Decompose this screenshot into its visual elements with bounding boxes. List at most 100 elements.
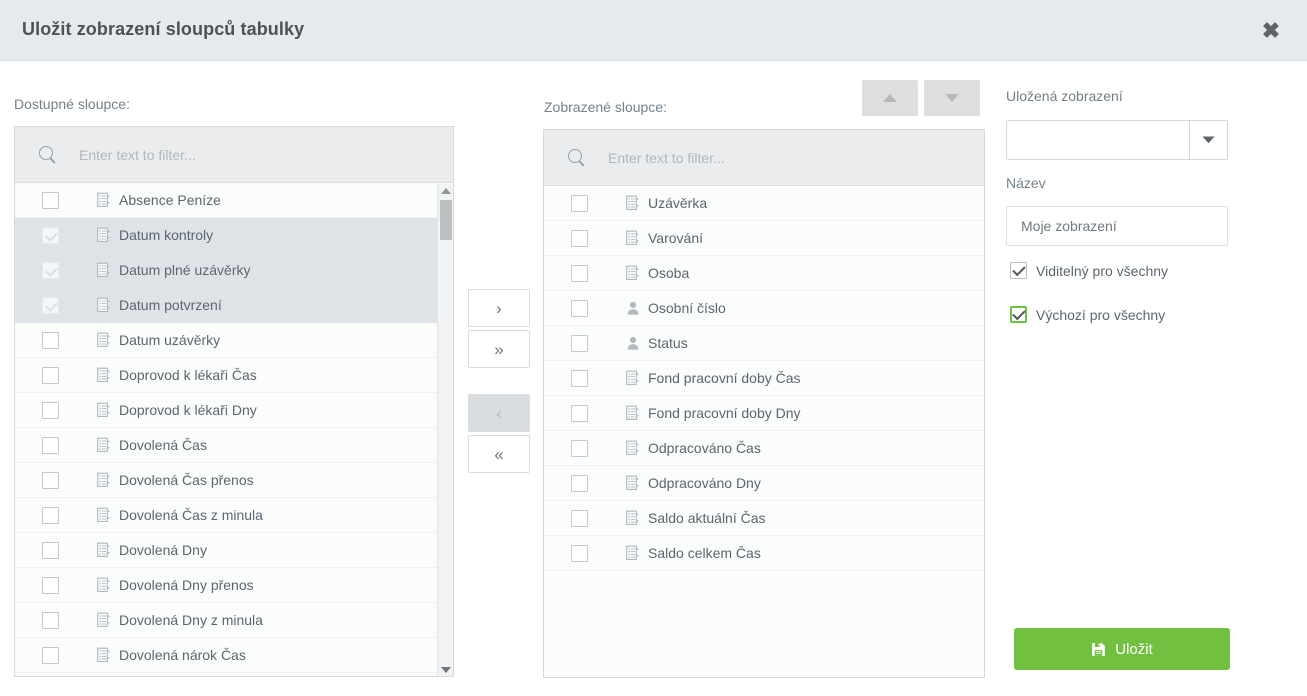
chevron-down-icon[interactable] <box>1189 121 1227 159</box>
available-columns-label: Dostupné sloupce: <box>14 96 130 112</box>
report-column-icon <box>626 440 640 456</box>
list-item[interactable]: Doprovod k lékaři Dny <box>15 393 453 428</box>
list-item[interactable]: Datum potvrzení <box>15 288 453 323</box>
list-item-label: Dovolená Dny <box>119 542 207 558</box>
row-checkbox[interactable] <box>42 437 59 454</box>
report-column-icon <box>626 405 640 421</box>
row-checkbox[interactable] <box>42 192 59 209</box>
list-item-label: Fond pracovní doby Dny <box>648 405 801 421</box>
default-for-all-checkbox-row[interactable]: Výchozí pro všechny <box>1010 306 1165 323</box>
row-checkbox[interactable] <box>571 405 588 422</box>
move-right-button[interactable]: › <box>468 289 530 327</box>
row-checkbox[interactable] <box>571 195 588 212</box>
list-item[interactable]: Datum plné uzávěrky <box>15 253 453 288</box>
save-button[interactable]: Uložit <box>1014 628 1230 670</box>
row-checkbox[interactable] <box>42 297 59 314</box>
list-item-label: Saldo aktuální Čas <box>648 510 766 526</box>
row-checkbox[interactable] <box>571 335 588 352</box>
row-checkbox[interactable] <box>42 332 59 349</box>
list-item[interactable]: Saldo celkem Čas <box>544 536 984 571</box>
row-checkbox[interactable] <box>42 472 59 489</box>
list-item[interactable]: Odpracováno Čas <box>544 431 984 466</box>
row-checkbox[interactable] <box>571 230 588 247</box>
list-item[interactable]: Odpracováno Dny <box>544 466 984 501</box>
move-all-right-button[interactable]: » <box>468 330 530 368</box>
saved-views-select[interactable] <box>1006 120 1228 160</box>
row-checkbox[interactable] <box>42 647 59 664</box>
available-columns-listbox[interactable]: Absence PenízeDatum kontrolyDatum plné u… <box>14 126 454 677</box>
list-item[interactable]: Varování <box>544 221 984 256</box>
row-checkbox[interactable] <box>42 542 59 559</box>
visible-for-all-checkbox-row[interactable]: Viditelný pro všechny <box>1010 262 1168 279</box>
row-checkbox[interactable] <box>42 577 59 594</box>
report-column-icon <box>626 510 640 526</box>
row-checkbox[interactable] <box>571 300 588 317</box>
triangle-down-icon <box>945 94 959 102</box>
list-item[interactable]: Dovolená nárok Čas <box>15 638 453 673</box>
list-item-label: Varování <box>648 230 703 246</box>
list-item[interactable]: Dovolená Čas přenos <box>15 463 453 498</box>
report-column-icon <box>97 647 111 663</box>
close-icon[interactable]: ✖ <box>1257 17 1285 45</box>
list-item[interactable]: Dovolená Dny <box>15 533 453 568</box>
list-item[interactable]: Fond pracovní doby Čas <box>544 361 984 396</box>
report-column-icon <box>97 612 111 628</box>
name-field[interactable] <box>1006 206 1228 246</box>
list-item[interactable]: Dovolená Čas z minula <box>15 498 453 533</box>
row-checkbox[interactable] <box>571 440 588 457</box>
row-checkbox[interactable] <box>571 370 588 387</box>
shown-filter-bar[interactable] <box>544 130 984 186</box>
move-all-left-button[interactable]: « <box>468 435 530 473</box>
report-column-icon <box>626 545 640 561</box>
row-checkbox[interactable] <box>42 507 59 524</box>
list-item-label: Osoba <box>648 265 689 281</box>
list-item[interactable]: Fond pracovní doby Dny <box>544 396 984 431</box>
row-checkbox[interactable] <box>571 265 588 282</box>
scroll-up-arrow-icon[interactable] <box>438 184 453 198</box>
list-item[interactable]: Dovolená Čas <box>15 428 453 463</box>
scrollbar-thumb[interactable] <box>440 200 452 240</box>
list-item-label: Doprovod k lékaři Dny <box>119 402 257 418</box>
available-list-scrollbar[interactable] <box>437 184 453 677</box>
move-up-button[interactable] <box>862 80 918 116</box>
move-left-button: ‹ <box>468 394 530 432</box>
list-item[interactable]: Saldo aktuální Čas <box>544 501 984 536</box>
list-item[interactable]: Uzávěrka <box>544 186 984 221</box>
list-item[interactable]: Osobní číslo <box>544 291 984 326</box>
move-down-button[interactable] <box>924 80 980 116</box>
row-checkbox[interactable] <box>571 545 588 562</box>
list-item[interactable]: Dovolená Dny z minula <box>15 603 453 638</box>
default-for-all-checkbox[interactable] <box>1010 306 1027 323</box>
visible-for-all-label: Viditelný pro všechny <box>1036 263 1168 279</box>
list-item-label: Osobní číslo <box>648 300 726 316</box>
list-item-label: Dovolená nárok Čas <box>119 647 246 663</box>
available-filter-bar[interactable] <box>15 127 453 183</box>
list-item-label: Dovolená Dny přenos <box>119 577 254 593</box>
save-button-label: Uložit <box>1115 641 1153 658</box>
list-item[interactable]: Datum kontroly <box>15 218 453 253</box>
search-icon <box>39 146 57 164</box>
row-checkbox[interactable] <box>42 402 59 419</box>
shown-columns-rows: Uzávěrka Varování Osoba Osobní číslo Status F… <box>544 186 984 678</box>
search-icon <box>568 149 586 167</box>
shown-filter-input[interactable] <box>606 149 936 167</box>
list-item[interactable]: Status <box>544 326 984 361</box>
row-checkbox[interactable] <box>571 510 588 527</box>
list-item[interactable]: Datum uzávěrky <box>15 323 453 358</box>
list-item-label: Status <box>648 335 688 351</box>
list-item[interactable]: Doprovod k lékaři Čas <box>15 358 453 393</box>
list-item[interactable]: Dovolená Dny přenos <box>15 568 453 603</box>
available-filter-input[interactable] <box>77 146 407 164</box>
row-checkbox[interactable] <box>42 612 59 629</box>
saved-views-label: Uložená zobrazení <box>1006 88 1123 104</box>
row-checkbox[interactable] <box>42 262 59 279</box>
row-checkbox[interactable] <box>42 227 59 244</box>
row-checkbox[interactable] <box>571 475 588 492</box>
available-columns-rows: Absence PenízeDatum kontrolyDatum plné u… <box>15 183 453 677</box>
shown-columns-listbox[interactable]: Uzávěrka Varování Osoba Osobní číslo Status F… <box>543 129 985 678</box>
scroll-down-arrow-icon[interactable] <box>438 663 453 677</box>
row-checkbox[interactable] <box>42 367 59 384</box>
list-item[interactable]: Osoba <box>544 256 984 291</box>
list-item[interactable]: Absence Peníze <box>15 183 453 218</box>
visible-for-all-checkbox[interactable] <box>1010 262 1027 279</box>
